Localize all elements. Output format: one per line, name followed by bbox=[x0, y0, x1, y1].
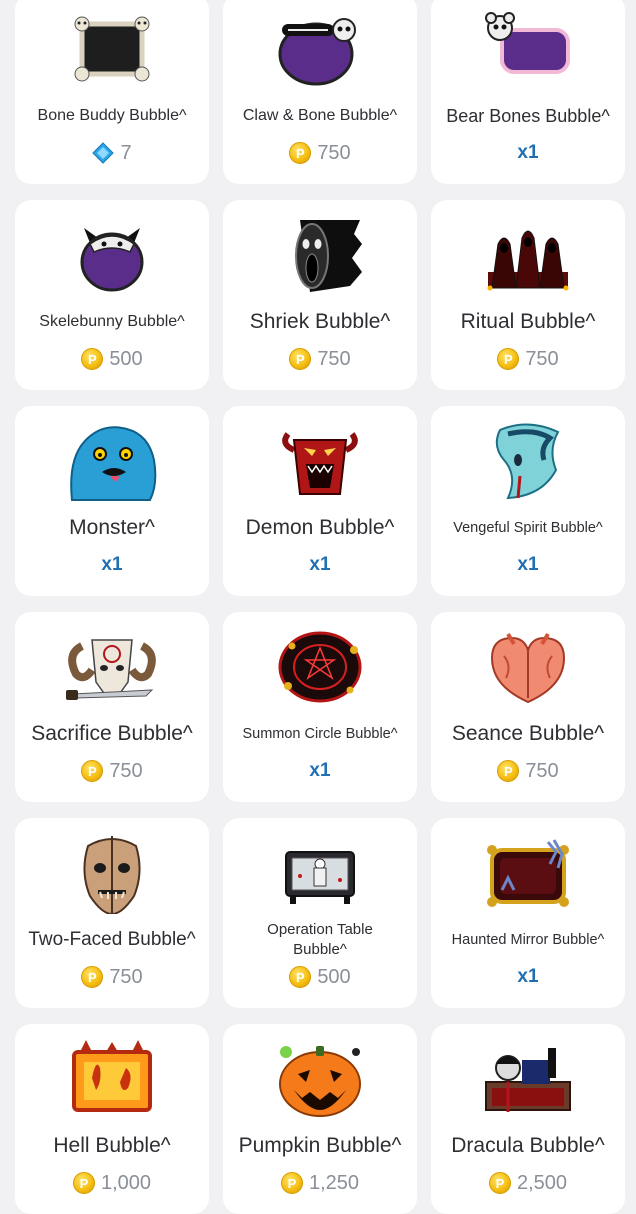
operation-table-icon bbox=[270, 832, 370, 914]
hooded-cultists-icon bbox=[478, 214, 578, 296]
item-name: Hell Bubble^ bbox=[53, 1134, 171, 1157]
price-value: 750 bbox=[109, 759, 143, 782]
item-name: Operation Table Bubble^ bbox=[267, 921, 373, 958]
item-name: Ritual Bubble^ bbox=[460, 310, 596, 333]
item-quantity: x1 bbox=[517, 142, 539, 163]
item-name: Dracula Bubble^ bbox=[451, 1134, 605, 1157]
price-value: 750 bbox=[109, 965, 143, 988]
shop-item-card[interactable]: Shriek Bubble^ P 750 bbox=[223, 200, 417, 390]
blue-monster-icon bbox=[62, 420, 162, 502]
price-value: 750 bbox=[525, 759, 559, 782]
item-name: Vengeful Spirit Bubble^ bbox=[453, 520, 603, 536]
bone-frame-icon bbox=[62, 8, 162, 90]
coin-icon: P bbox=[72, 1172, 95, 1194]
coin-icon: P bbox=[81, 760, 104, 782]
coin-icon: P bbox=[488, 1172, 511, 1194]
shop-item-card[interactable]: Hell Bubble^ P 1,000 bbox=[15, 1024, 209, 1214]
price-value: 1,250 bbox=[308, 1171, 360, 1194]
vengeful-spirit-icon bbox=[478, 420, 578, 502]
item-price: P 2,500 bbox=[431, 1168, 625, 1198]
item-name: Haunted Mirror Bubble^ bbox=[451, 932, 605, 948]
shop-item-card[interactable]: Claw & Bone Bubble^ P 750 bbox=[223, 0, 417, 184]
coin-icon: P bbox=[289, 142, 312, 164]
price-value: 750 bbox=[525, 347, 559, 370]
price-value: 750 bbox=[317, 347, 351, 370]
item-name: Bear Bones Bubble^ bbox=[446, 106, 610, 126]
shop-item-card[interactable]: Pumpkin Bubble^ P 1,250 bbox=[223, 1024, 417, 1214]
shop-item-card[interactable]: Bear Bones Bubble^ x1 bbox=[431, 0, 625, 184]
coin-icon: P bbox=[81, 966, 104, 988]
item-name: Two-Faced Bubble^ bbox=[28, 929, 196, 950]
item-price: P 750 bbox=[223, 138, 417, 168]
coin-icon: P bbox=[497, 348, 520, 370]
item-name: Claw & Bone Bubble^ bbox=[242, 107, 398, 124]
shop-item-card[interactable]: Two-Faced Bubble^ P 750 bbox=[15, 818, 209, 1008]
summon-circle-icon bbox=[270, 626, 370, 708]
item-price: P 750 bbox=[431, 756, 625, 786]
coin-icon: P bbox=[289, 966, 312, 988]
item-price: P 750 bbox=[431, 344, 625, 374]
shop-item-card[interactable]: Haunted Mirror Bubble^ x1 bbox=[431, 818, 625, 1008]
shop-grid: Bone Buddy Bubble^ 7 Claw & Bone Bubble^… bbox=[0, 0, 636, 1214]
item-price: P 750 bbox=[15, 962, 209, 992]
jack-o-lantern-icon bbox=[270, 1038, 370, 1120]
skeleton-cat-bubble-icon bbox=[270, 8, 370, 90]
item-name: Seance Bubble^ bbox=[451, 722, 605, 745]
shop-item-card[interactable]: Demon Bubble^ x1 bbox=[223, 406, 417, 596]
shop-item-card[interactable]: Sacrifice Bubble^ P 750 bbox=[15, 612, 209, 802]
item-name: Pumpkin Bubble^ bbox=[238, 1134, 402, 1157]
hell-flames-icon bbox=[62, 1038, 162, 1120]
price-value: 2,500 bbox=[516, 1171, 568, 1194]
haunted-mirror-icon bbox=[478, 832, 578, 914]
shop-item-card[interactable]: Monster^ x1 bbox=[15, 406, 209, 596]
price-value: 500 bbox=[317, 965, 351, 988]
skeleton-bear-bubble-icon bbox=[478, 8, 578, 90]
item-price: P 1,000 bbox=[15, 1168, 209, 1198]
shop-item-card[interactable]: Summon Circle Bubble^ x1 bbox=[223, 612, 417, 802]
coin-icon: P bbox=[280, 1172, 303, 1194]
shop-item-card[interactable]: Operation Table Bubble^ P 500 bbox=[223, 818, 417, 1008]
item-quantity: x1 bbox=[309, 554, 331, 575]
shop-item-card[interactable]: Vengeful Spirit Bubble^ x1 bbox=[431, 406, 625, 596]
dracula-coffin-icon bbox=[478, 1038, 578, 1120]
item-price: P 750 bbox=[15, 756, 209, 786]
price-value: 1,000 bbox=[100, 1171, 152, 1194]
coin-icon: P bbox=[497, 760, 520, 782]
price-value: 500 bbox=[109, 347, 143, 370]
item-name: Monster^ bbox=[69, 516, 155, 539]
price-value: 750 bbox=[317, 141, 351, 164]
seance-heart-icon bbox=[478, 626, 578, 708]
item-name: Sacrifice Bubble^ bbox=[31, 722, 193, 745]
two-faced-mask-icon bbox=[62, 832, 162, 914]
skelebunny-icon bbox=[62, 214, 162, 296]
shop-item-card[interactable]: Bone Buddy Bubble^ 7 bbox=[15, 0, 209, 184]
item-name: Bone Buddy Bubble^ bbox=[37, 107, 187, 124]
item-name: Summon Circle Bubble^ bbox=[242, 726, 398, 742]
item-quantity: x1 bbox=[309, 760, 331, 781]
shop-item-card[interactable]: Dracula Bubble^ P 2,500 bbox=[431, 1024, 625, 1214]
gem-icon bbox=[92, 142, 115, 164]
screaming-ghost-icon bbox=[270, 214, 370, 296]
coin-icon: P bbox=[289, 348, 312, 370]
item-price: 7 bbox=[15, 138, 209, 168]
item-price: P 750 bbox=[223, 344, 417, 374]
item-price: P 1,250 bbox=[223, 1168, 417, 1198]
item-quantity: x1 bbox=[517, 966, 539, 987]
item-price: P 500 bbox=[15, 344, 209, 374]
coin-icon: P bbox=[81, 348, 104, 370]
item-name: Shriek Bubble^ bbox=[249, 310, 391, 333]
demon-face-icon bbox=[270, 420, 370, 502]
shop-item-card[interactable]: Skelebunny Bubble^ P 500 bbox=[15, 200, 209, 390]
shop-item-card[interactable]: Seance Bubble^ P 750 bbox=[431, 612, 625, 802]
shop-item-card[interactable]: Ritual Bubble^ P 750 bbox=[431, 200, 625, 390]
ram-skull-knife-icon bbox=[62, 626, 162, 708]
item-name: Demon Bubble^ bbox=[245, 516, 395, 539]
item-quantity: x1 bbox=[101, 554, 123, 575]
item-name: Skelebunny Bubble^ bbox=[39, 313, 185, 330]
price-value: 7 bbox=[120, 141, 132, 164]
item-quantity: x1 bbox=[517, 554, 539, 575]
item-price: P 500 bbox=[223, 962, 417, 992]
